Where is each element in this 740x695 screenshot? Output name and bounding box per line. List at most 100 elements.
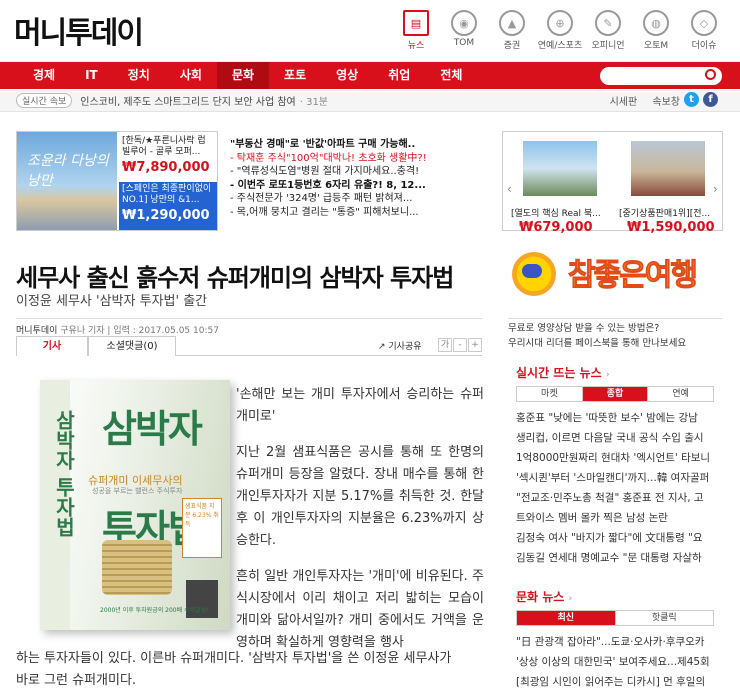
nav-all[interactable]: 전체 (425, 62, 477, 89)
ad-item-1[interactable]: [한독/★푸른니사락 럽빌루어 - 골루 모퍼... ₩7,890,000 (119, 134, 215, 179)
tab-hot[interactable]: 핫클릭 (616, 611, 714, 625)
top-menu-stock[interactable]: ▲ 증권 (488, 10, 536, 51)
ad-link[interactable]: - 이번주 로또1등번호 6자리 유출?! 8, 12... (230, 179, 484, 193)
live-news-title: 실시간 뜨는 뉴스 › (516, 366, 610, 380)
promo-links: 무료로 영양상담 받을 수 있는 방법은? 우리시대 리더를 페이스북을 통해 … (508, 318, 722, 351)
tab-market[interactable]: 마켓 (517, 387, 583, 401)
list-item[interactable]: 김정숙 여사 "바지가 짧다"에 文대통령 "요 (516, 528, 714, 548)
pen-icon: ✎ (595, 10, 621, 36)
chevron-right-icon: › (605, 370, 610, 380)
article-source: 머니투데이 (16, 326, 58, 336)
font-reset-button[interactable]: 가 (438, 338, 452, 352)
ad-price: ₩1,590,000 (627, 220, 715, 235)
live-news-tabs: 마켓 종합 연예 (516, 386, 714, 402)
nav-economy[interactable]: 경제 (18, 62, 70, 89)
market-board-link[interactable]: 시세판 (610, 97, 638, 108)
culture-news-tabs: 최신 핫클릭 (516, 610, 714, 626)
article-line: 바로 그런 슈퍼개미다. (16, 673, 137, 688)
top-menu-issue[interactable]: ◇ 더이슈 (680, 10, 728, 51)
breaking-time: · 31분 (299, 97, 329, 108)
list-item[interactable]: "전교조·민주노총 척결" 홍준표 전 지사, 고 (516, 488, 714, 508)
nav-it[interactable]: IT (70, 62, 113, 89)
book-cover-image: 삼박자 투자법 삼박자 슈퍼개미 이세무사의 성공을 부르는 밸런스 주식투자 … (40, 380, 230, 630)
news-icon: ▤ (403, 10, 429, 36)
ad-travel-left[interactable]: 조윤라 다낭의 낭만 [한독/★푸른니사락 럽빌루어 - 골루 모퍼... ₩7… (16, 131, 218, 231)
tab-comments[interactable]: 소셜댓글(0) (88, 336, 176, 356)
article-headline: 세무사 출신 흙수저 슈퍼개미의 삼박자 투자법 (16, 264, 454, 292)
diamond-icon: ◇ (691, 10, 717, 36)
breaking-news-bar: 실시간 속보 인스코비, 제주도 스마트그리드 단지 보안 사업 참여 · 31… (0, 90, 740, 112)
breaking-links: 시세판 속보창 (598, 93, 680, 108)
top-menu-opinion[interactable]: ✎ 오피니언 (584, 10, 632, 51)
font-decrease-button[interactable]: - (453, 338, 467, 352)
top-icon-menu: ▤ 뉴스 ◉ TOM ▲ 증권 ⊕ 연예/스포츠 ✎ 오피니언 ◍ 오토M ◇ 더이슈 (392, 10, 728, 51)
breaking-headline[interactable]: 인스코비, 제주도 스마트그리드 단지 보안 사업 참여 (80, 93, 295, 108)
ad-item-2[interactable]: [스페인은 최종판이없이NO.1] 낭만의 &1... ₩1,290,000 (119, 182, 217, 230)
promo-link[interactable]: 우리시대 리더를 페이스북을 통해 만나보세요 (508, 336, 722, 351)
promo-link[interactable]: 무료로 영양상담 받을 수 있는 방법은? (508, 321, 722, 336)
article-date: 입력 : 2017.05.05 10:57 (113, 326, 219, 336)
site-logo[interactable]: 머니투데이 (14, 8, 144, 52)
top-menu-news[interactable]: ▤ 뉴스 (392, 10, 440, 51)
list-item[interactable]: '섹시퀸'부터 '스마일캔디'까지...韓 여자골퍼 (516, 468, 714, 488)
article-body-continued: 하는 투자자들이 있다. 이른바 슈퍼개미다. '삼박자 투자법'을 쓴 이정윤… (16, 648, 486, 692)
nav-video[interactable]: 영상 (321, 62, 373, 89)
list-item[interactable]: 트와이스 멤버 몰카 찍은 남성 논란 (516, 508, 714, 528)
tab-article[interactable]: 기사 (16, 336, 88, 356)
twitter-icon[interactable]: t (684, 92, 699, 107)
facebook-icon[interactable]: f (703, 92, 718, 107)
font-increase-button[interactable]: + (468, 338, 482, 352)
ad-banner[interactable]: 참좋은여행 (508, 240, 722, 308)
nav-photo[interactable]: 포토 (269, 62, 321, 89)
breaking-label: 실시간 속보 (16, 93, 73, 108)
breaking-window-link[interactable]: 속보창 (652, 97, 680, 108)
search-input[interactable] (600, 67, 722, 85)
nav-society[interactable]: 사회 (165, 62, 217, 89)
main-nav: 경제 IT 정치 사회 문화 포토 영상 취업 전체 (0, 62, 740, 89)
car-icon: ◍ (643, 10, 669, 36)
ad-caption: [열도의 핵심 Real 북... (511, 209, 601, 219)
article-paragraph: '손해만 보는 개미 투자자에서 승리하는 슈퍼개미로' (236, 387, 484, 424)
culture-news-list: "日 관광객 잡아라"...도쿄·오사카·후쿠오카 '상상 이상의 대한민국' … (516, 632, 714, 692)
ad-travel-right[interactable]: ‹ › [열도의 핵심 Real 북... [중기상품판매1위][전... ₩6… (502, 131, 723, 235)
list-item[interactable]: 1억8000만원짜리 현대차 '엑시언트' 타보니 (516, 448, 714, 468)
top-menu-auto[interactable]: ◍ 오토M (632, 10, 680, 51)
tab-entertainment[interactable]: 연예 (648, 387, 713, 401)
list-item[interactable]: 홍준표 "낮에는 '따뜻한 보수' 밤에는 강남 (516, 408, 714, 428)
chevron-right-icon: › (568, 594, 573, 604)
search-icon[interactable] (705, 69, 716, 80)
article-subtitle: 이정윤 세무사 '삼박자 투자법' 출간 (16, 294, 208, 309)
article-meta: 머니투데이 구유나 기자 | 입력 : 2017.05.05 10:57 (16, 318, 482, 336)
ad-link[interactable]: - 탁재훈 주식"100억"대박나! 초호화 생활中?! (230, 152, 484, 166)
ad-price: ₩679,000 (519, 220, 593, 235)
nav-culture[interactable]: 문화 (216, 62, 270, 89)
tab-overall[interactable]: 종합 (582, 387, 649, 401)
share-button[interactable]: ↗ 기사공유 (378, 339, 422, 352)
top-menu-tom[interactable]: ◉ TOM (440, 10, 488, 51)
tab-latest[interactable]: 최신 (517, 611, 616, 625)
coins-illustration (102, 540, 172, 595)
chevron-right-icon[interactable]: › (713, 182, 718, 196)
list-item[interactable]: 생리컵, 이르면 다음달 국내 공식 수입 출시 (516, 428, 714, 448)
list-item[interactable]: [최광임 시인이 읽어주는 디카시] 먼 후일의 (516, 672, 714, 692)
list-item[interactable]: "日 관광객 잡아라"...도쿄·오사카·후쿠오카 (516, 632, 714, 652)
nav-jobs[interactable]: 취업 (373, 62, 425, 89)
ad-link[interactable]: - "역류성식도염"병원 절대 가지마세요..충격! (230, 165, 484, 179)
list-item[interactable]: '상상 이상의 대한민국' 보여주세요...제45회 (516, 652, 714, 672)
ad-caption: [중기상품판매1위][전... (619, 209, 711, 219)
top-menu-entertainment[interactable]: ⊕ 연예/스포츠 (536, 10, 584, 51)
live-news-list: 홍준표 "낮에는 '따뜻한 보수' 밤에는 강남 생리컵, 이르면 다음달 국내… (516, 408, 714, 568)
ad-link[interactable]: "부동산 경매"로 '반값'아파트 구매 가능해.. (230, 138, 484, 152)
article-reporter[interactable]: 구유나 기자 (60, 326, 104, 336)
tom-icon: ◉ (451, 10, 477, 36)
chevron-left-icon[interactable]: ‹ (507, 182, 512, 196)
ad-link[interactable]: - 주식전문가 '324명' 급등주 패턴 밝혀져... (230, 192, 484, 206)
article-tabs: 기사 소셜댓글(0) ↗ 기사공유 가 - + (16, 336, 482, 356)
nav-politics[interactable]: 정치 (113, 62, 165, 89)
ad-image (631, 141, 705, 196)
ad-link[interactable]: - 목,어깨 뭉치고 결리는 "통증" 피해처보니... (230, 206, 484, 220)
ad-image (523, 141, 597, 196)
list-item[interactable]: 김동길 연세대 명예교수 "문 대통령 자살하 (516, 548, 714, 568)
article-paragraph: 지난 2월 샘표식품은 공시를 통해 또 한명의 슈퍼개미 등장을 알렸다. 장… (236, 445, 484, 548)
site-header: 머니투데이 ▤ 뉴스 ◉ TOM ▲ 증권 ⊕ 연예/스포츠 ✎ 오피니언 ◍ 오토M ◇ 더… (0, 0, 740, 62)
